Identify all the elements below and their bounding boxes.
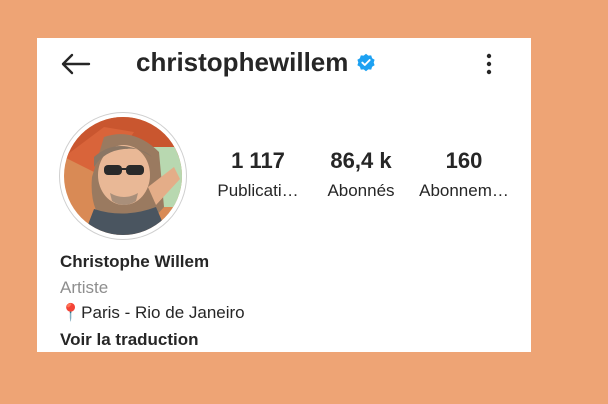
stat-posts[interactable]: 1 117 Publicati… — [203, 148, 313, 203]
following-label: Abonnem… — [419, 181, 509, 200]
username-title: christophewillem — [136, 47, 376, 78]
stat-followers[interactable]: 86,4 k Abonnés — [306, 148, 416, 203]
profile-name: Christophe Willem — [60, 252, 210, 271]
profile-category: Artiste — [60, 278, 109, 297]
followers-label: Abonnés — [327, 181, 395, 200]
verified-badge-icon — [357, 53, 375, 71]
back-arrow-icon[interactable] — [59, 52, 91, 76]
more-vertical-icon[interactable] — [478, 50, 500, 78]
username-text: christophewillem — [136, 47, 349, 77]
see-translation-link[interactable]: Voir la traduction — [60, 330, 199, 350]
posts-count: 1 117 — [231, 148, 285, 173]
profile-header: christophewillem — [37, 38, 531, 90]
profile-card: christophewillem 1 117 Publicati… 86,4 k… — [37, 38, 531, 352]
profile-location: 📍Paris - Rio de Janeiro — [60, 303, 245, 322]
followers-count: 86,4 k — [330, 148, 392, 173]
avatar-ring[interactable] — [59, 112, 187, 240]
following-count: 160 — [445, 148, 483, 173]
avatar — [64, 117, 182, 235]
stat-following[interactable]: 160 Abonnem… — [409, 148, 519, 203]
posts-label: Publicati… — [217, 181, 299, 200]
